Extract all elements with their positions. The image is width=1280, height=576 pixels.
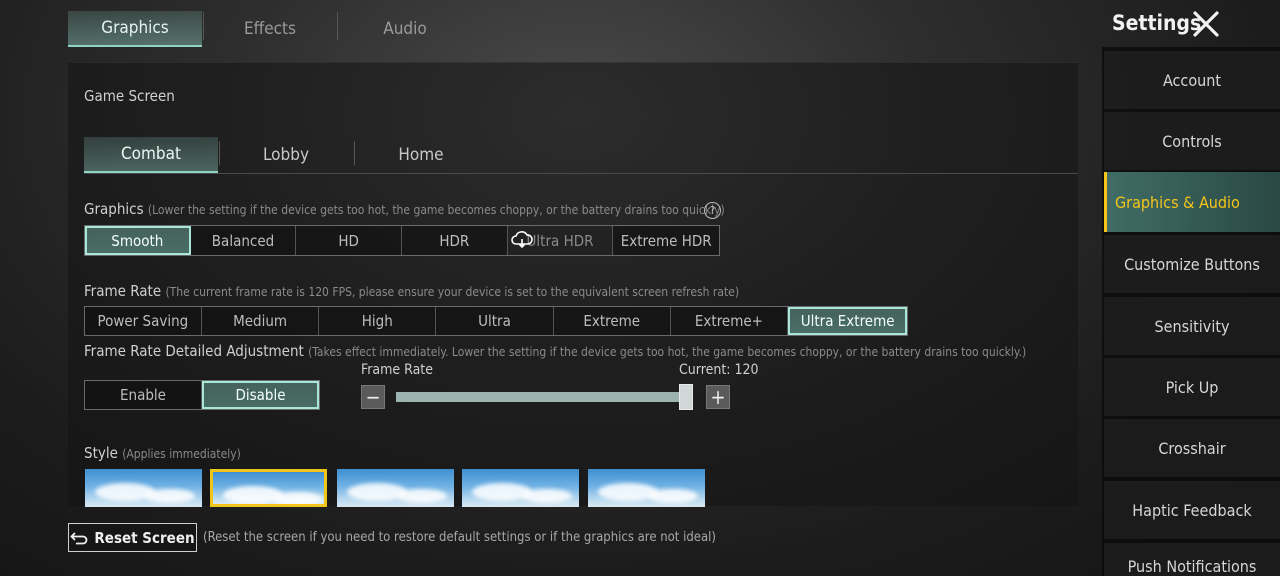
sidebar-item-sensitivity[interactable]: Sensitivity bbox=[1104, 297, 1280, 355]
slider-current-value: Current: 120 bbox=[679, 362, 759, 378]
sidebar-item-controls[interactable]: Controls bbox=[1104, 112, 1280, 170]
frame-rate-adjust-label: Frame Rate Detailed Adjustment (Takes ef… bbox=[84, 342, 1027, 360]
tab-effects[interactable]: Effects bbox=[203, 11, 337, 47]
style-thumbnail-selected[interactable] bbox=[210, 469, 327, 507]
frame-rate-option-extreme[interactable]: Extreme bbox=[554, 307, 671, 335]
sidebar-item-account[interactable]: Account bbox=[1104, 51, 1280, 109]
frame-rate-option-high[interactable]: High bbox=[319, 307, 437, 335]
sidebar-item-pick-up[interactable]: Pick Up bbox=[1104, 358, 1280, 416]
graphics-option-balanced[interactable]: Balanced bbox=[191, 226, 297, 255]
reset-screen-button[interactable]: Reset Screen bbox=[68, 523, 197, 552]
subtab-lobby[interactable]: Lobby bbox=[219, 137, 353, 173]
question-circle-icon[interactable]: ? bbox=[704, 202, 721, 219]
tab-graphics[interactable]: Graphics bbox=[68, 11, 202, 47]
style-label: Style (Applies immediately) bbox=[84, 444, 241, 462]
style-thumbnail[interactable] bbox=[462, 469, 579, 507]
slider-decrease-button[interactable]: − bbox=[361, 385, 385, 409]
graphics-option-extreme-hdr[interactable]: Extreme HDR bbox=[613, 226, 719, 255]
sidebar-item-graphics-audio[interactable]: Graphics & Audio bbox=[1104, 172, 1280, 232]
adjust-option-disable[interactable]: Disable bbox=[202, 381, 319, 409]
sidebar-item-crosshair[interactable]: Crosshair bbox=[1104, 419, 1280, 477]
style-thumbnail[interactable] bbox=[337, 469, 454, 507]
tab-audio[interactable]: Audio bbox=[338, 11, 472, 47]
section-title: Game Screen bbox=[84, 87, 175, 105]
graphics-option-ultra-hdr[interactable]: Ultra HDR bbox=[507, 226, 614, 255]
frame-rate-option-ultra[interactable]: Ultra bbox=[436, 307, 554, 335]
sidebar-item-customize-buttons[interactable]: Customize Buttons bbox=[1104, 235, 1280, 293]
graphics-option-hdr[interactable]: HDR bbox=[402, 226, 508, 255]
sidebar-item-haptic-feedback[interactable]: Haptic Feedback bbox=[1104, 481, 1280, 539]
sidebar-item-push-notifications[interactable]: Push Notifications bbox=[1104, 543, 1280, 576]
reset-hint: (Reset the screen if you need to restore… bbox=[203, 530, 716, 545]
frame-rate-label: Frame Rate (The current frame rate is 12… bbox=[84, 282, 740, 300]
undo-arrow-icon bbox=[70, 531, 88, 544]
style-hint: (Applies immediately) bbox=[122, 447, 241, 461]
frame-rate-option-extreme-plus[interactable]: Extreme+ bbox=[671, 307, 789, 335]
frame-rate-slider-thumb[interactable] bbox=[679, 384, 694, 410]
frame-rate-adjust-hint: (Takes effect immediately. Lower the set… bbox=[308, 345, 1027, 359]
cloud-icon bbox=[510, 231, 533, 249]
style-thumbnail[interactable] bbox=[85, 469, 202, 507]
slider-label: Frame Rate bbox=[361, 362, 433, 378]
subtab-home[interactable]: Home bbox=[354, 137, 488, 173]
graphics-option-hd[interactable]: HD bbox=[296, 226, 403, 255]
style-thumbnail[interactable] bbox=[588, 469, 705, 507]
slider-increase-button[interactable]: + bbox=[706, 385, 730, 409]
graphics-option-smooth[interactable]: Smooth bbox=[85, 226, 191, 255]
subtab-combat[interactable]: Combat bbox=[84, 137, 218, 173]
frame-rate-hint: (The current frame rate is 120 FPS, plea… bbox=[165, 285, 740, 299]
graphics-hint: (Lower the setting if the device gets to… bbox=[147, 203, 725, 217]
frame-rate-option-medium[interactable]: Medium bbox=[202, 307, 320, 335]
frame-rate-slider-fill bbox=[396, 392, 687, 402]
settings-title: Settings bbox=[1112, 11, 1202, 35]
frame-rate-option-power-saving[interactable]: Power Saving bbox=[85, 307, 202, 335]
frame-rate-selector: Power Saving Medium High Ultra Extreme E… bbox=[84, 306, 908, 336]
close-icon[interactable] bbox=[1192, 10, 1220, 38]
graphics-quality-selector: Smooth Balanced HD HDR Ultra HDR Extreme… bbox=[84, 225, 720, 256]
subtab-underline bbox=[84, 173, 1078, 174]
frame-rate-adjust-toggle: Enable Disable bbox=[84, 380, 320, 410]
frame-rate-option-ultra-extreme[interactable]: Ultra Extreme bbox=[788, 307, 908, 335]
graphics-label: Graphics (Lower the setting if the devic… bbox=[84, 200, 725, 218]
adjust-option-enable[interactable]: Enable bbox=[85, 381, 202, 409]
frame-rate-slider-track[interactable] bbox=[396, 392, 692, 402]
